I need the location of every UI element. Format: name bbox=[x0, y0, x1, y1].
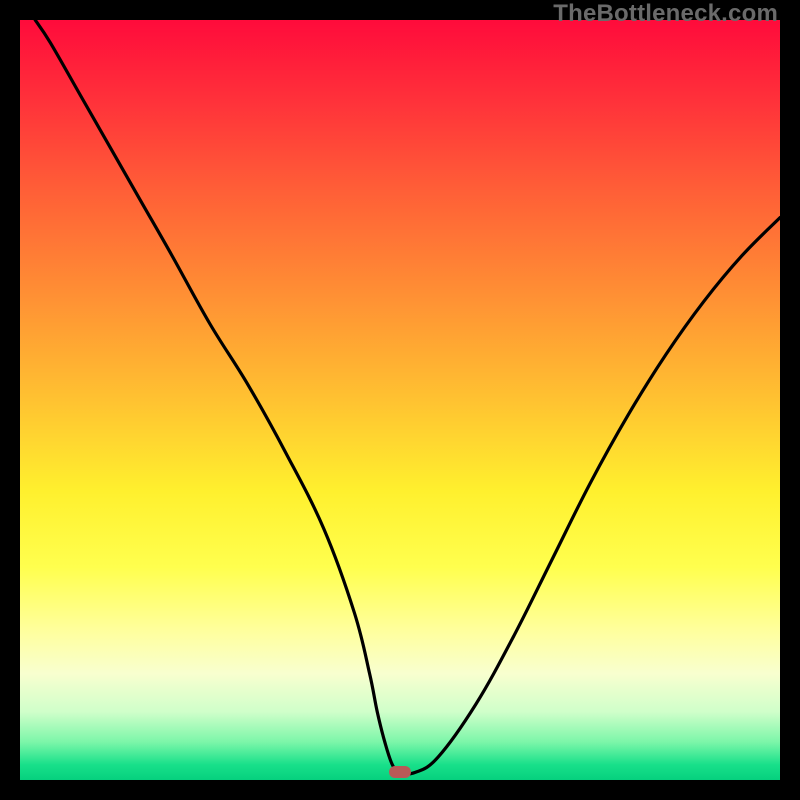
bottleneck-curve bbox=[35, 20, 780, 774]
curve-layer bbox=[20, 20, 780, 780]
optimal-marker bbox=[389, 766, 411, 778]
chart-stage: TheBottleneck.com bbox=[0, 0, 800, 800]
